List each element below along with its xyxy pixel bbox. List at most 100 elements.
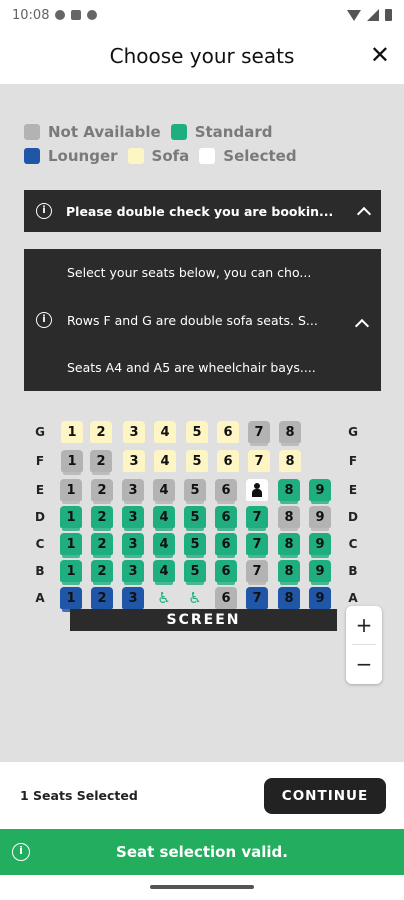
seat-d6[interactable]: 6 (215, 506, 237, 531)
seat-c2[interactable]: 2 (91, 533, 113, 558)
seat-c6[interactable]: 6 (215, 533, 237, 558)
close-icon[interactable]: ✕ (370, 42, 390, 68)
seat-c8[interactable]: 8 (278, 533, 300, 558)
seat-a3[interactable]: 3 (122, 587, 144, 612)
zoom-out-button[interactable]: − (346, 645, 382, 683)
info-icon: i (36, 312, 52, 328)
seat-number: 8 (285, 453, 295, 469)
wheelchair-icon: ♿ (157, 589, 171, 607)
seat-b2[interactable]: 2 (91, 560, 113, 585)
legend-selected: Selected (199, 147, 297, 165)
seat-f6[interactable]: 6 (217, 450, 239, 472)
seat-number: 8 (284, 509, 294, 525)
lock-icon (71, 10, 82, 20)
seat-e1: 1 (60, 479, 82, 504)
seat-number: 5 (192, 424, 202, 440)
seat-legend: Not Available Standard Lounger Sofa Sele… (24, 120, 364, 168)
seat-e4: 4 (153, 479, 175, 504)
seat-number: 6 (221, 536, 231, 552)
seat-f4[interactable]: 4 (154, 450, 176, 472)
seat-number: 4 (160, 453, 170, 469)
validation-toast: i Seat selection valid. (0, 829, 404, 875)
seat-d2[interactable]: 2 (91, 506, 113, 531)
seat-number: 8 (285, 424, 295, 440)
seat-b5[interactable]: 5 (184, 560, 206, 585)
seat-e6: 6 (215, 479, 237, 504)
row-label-b: B (35, 564, 45, 578)
seat-c1[interactable]: 1 (60, 533, 82, 558)
seat-d8: 8 (278, 506, 300, 531)
booking-notice-collapsed[interactable]: i Please double check you are bookin... (24, 190, 381, 232)
row-label-d: D (35, 510, 45, 524)
seat-number: 3 (128, 482, 138, 498)
legend-label: Selected (223, 147, 297, 165)
row-label-g: G (348, 425, 358, 439)
seat-d3[interactable]: 3 (122, 506, 144, 531)
seat-g7: 7 (248, 421, 270, 446)
seat-c7[interactable]: 7 (246, 533, 268, 558)
seats-selected-count: 1 Seats Selected (20, 788, 138, 803)
seat-eselected[interactable] (246, 479, 268, 501)
wheelchair-icon: ♿ (188, 589, 202, 607)
seat-a9[interactable]: 9 (309, 587, 331, 612)
seat-b1[interactable]: 1 (60, 560, 82, 585)
seat-number: 1 (66, 482, 76, 498)
seat-selection-screen: 10:08 Choose your seats ✕ Not Available (0, 0, 404, 900)
seat-f7[interactable]: 7 (248, 450, 270, 472)
seat-f3[interactable]: 3 (123, 450, 145, 472)
seat-number: 2 (97, 563, 107, 579)
seat-a2[interactable]: 2 (91, 587, 113, 612)
seat-map-panel: Not Available Standard Lounger Sofa Sele… (0, 84, 404, 762)
seat-a4[interactable]: ♿ (153, 587, 175, 609)
seat-c9[interactable]: 9 (309, 533, 331, 558)
seat-g3[interactable]: 3 (123, 421, 145, 443)
seat-number: 3 (128, 563, 138, 579)
seat-number: 8 (284, 590, 294, 606)
booking-notice-expanded[interactable]: Select your seats below, you can cho... … (24, 249, 381, 391)
seat-number: 6 (221, 563, 231, 579)
seat-c5[interactable]: 5 (184, 533, 206, 558)
seat-a7[interactable]: 7 (246, 587, 268, 612)
seat-c4[interactable]: 4 (153, 533, 175, 558)
seat-b9[interactable]: 9 (309, 560, 331, 585)
seat-b8[interactable]: 8 (278, 560, 300, 585)
seat-number: 4 (160, 424, 170, 440)
seat-number: 3 (129, 424, 139, 440)
seat-g1[interactable]: 1 (61, 421, 83, 443)
seat-e3: 3 (122, 479, 144, 504)
row-label-b: B (348, 564, 358, 578)
seat-b4[interactable]: 4 (153, 560, 175, 585)
seat-number: 1 (66, 536, 76, 552)
seat-b3[interactable]: 3 (122, 560, 144, 585)
seat-number: 2 (97, 482, 107, 498)
seat-b6[interactable]: 6 (215, 560, 237, 585)
seat-number: 6 (223, 424, 233, 440)
seat-number: 6 (223, 453, 233, 469)
gesture-nav-bar[interactable] (150, 885, 254, 889)
seat-g4[interactable]: 4 (154, 421, 176, 443)
seat-d5[interactable]: 5 (184, 506, 206, 531)
seat-number: 4 (159, 563, 169, 579)
chevron-up-icon[interactable] (354, 318, 370, 334)
seat-d4[interactable]: 4 (153, 506, 175, 531)
seat-c3[interactable]: 3 (122, 533, 144, 558)
wifi-icon (347, 9, 361, 21)
seat-d1[interactable]: 1 (60, 506, 82, 531)
seat-g6[interactable]: 6 (217, 421, 239, 443)
seat-a1[interactable]: 1 (60, 587, 82, 612)
seat-e8[interactable]: 8 (278, 479, 300, 504)
seat-e9[interactable]: 9 (309, 479, 331, 504)
seat-number: 8 (284, 536, 294, 552)
notice-line: Select your seats below, you can cho... (67, 265, 312, 280)
seat-g2[interactable]: 2 (90, 421, 112, 443)
notice-text: Please double check you are bookin... (66, 203, 334, 219)
seat-d7[interactable]: 7 (246, 506, 268, 531)
seat-a8[interactable]: 8 (278, 587, 300, 612)
seat-a5[interactable]: ♿ (184, 587, 206, 609)
seat-f5[interactable]: 5 (186, 450, 208, 472)
zoom-in-button[interactable]: + (346, 606, 382, 644)
seat-f8[interactable]: 8 (279, 450, 301, 472)
seat-g5[interactable]: 5 (186, 421, 208, 443)
chevron-up-icon[interactable] (356, 206, 372, 222)
continue-button[interactable]: CONTINUE (264, 778, 386, 814)
